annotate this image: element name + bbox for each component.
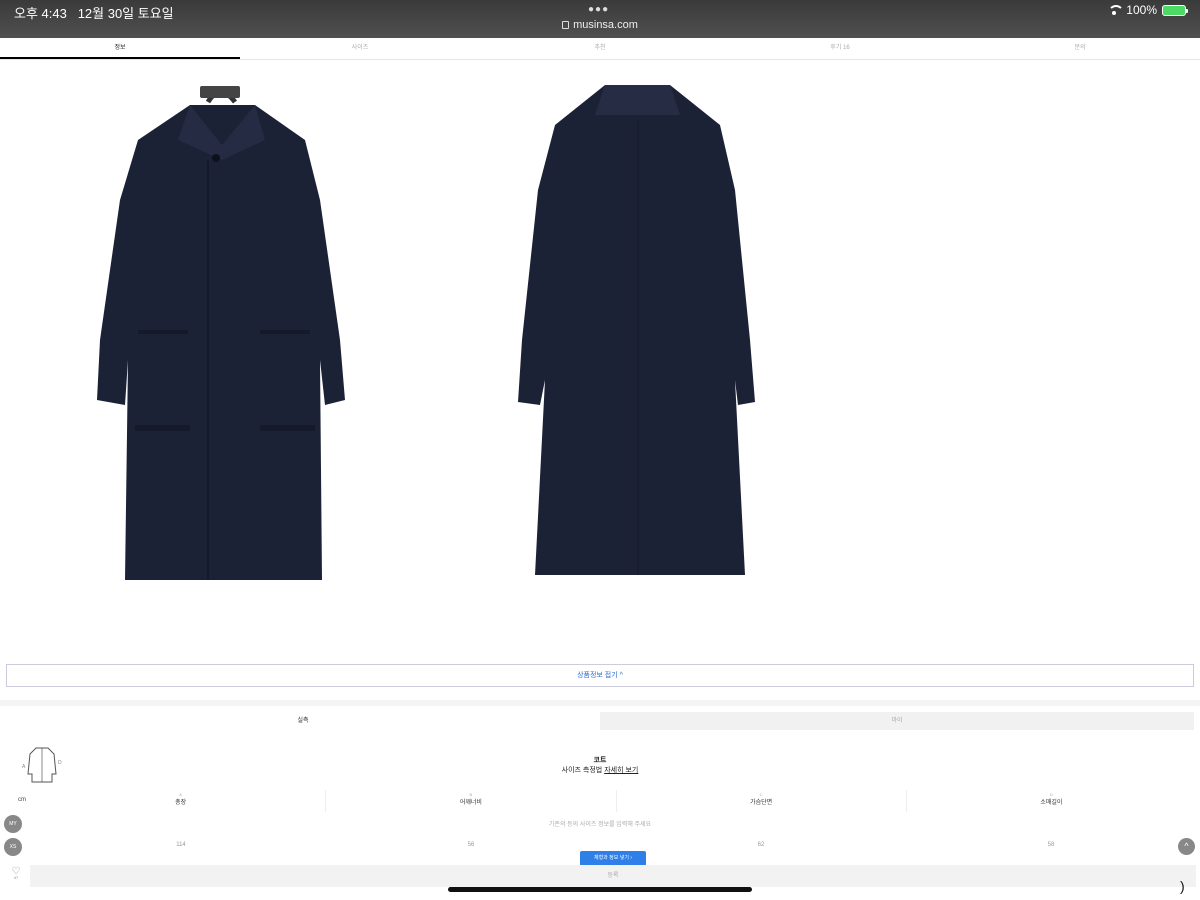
value-total-length: 114 bbox=[176, 842, 186, 848]
value-chest: 62 bbox=[757, 842, 765, 848]
corner-gesture-icon: ) bbox=[1180, 878, 1185, 894]
address-bar[interactable]: musinsa.com bbox=[0, 19, 1200, 31]
value-shoulder: 56 bbox=[467, 842, 475, 848]
tab-review[interactable]: 후기 16 bbox=[720, 38, 960, 59]
compare-size-button[interactable]: 체형과 정보 넣기 › bbox=[580, 851, 646, 866]
like-button[interactable]: ♡ 47 bbox=[8, 866, 24, 888]
wifi-icon bbox=[1107, 5, 1125, 15]
status-indicators: 100% bbox=[1107, 3, 1188, 17]
tab-size[interactable]: 사이즈 bbox=[240, 38, 480, 59]
value-sleeve: 58 bbox=[1047, 842, 1055, 848]
battery-icon bbox=[1162, 4, 1188, 16]
like-count: 47 bbox=[13, 875, 19, 880]
more-dots-icon[interactable]: ●●● bbox=[588, 4, 609, 15]
tab-inquiry[interactable]: 문의 bbox=[960, 38, 1200, 59]
product-tabs: 정보 사이즈 추천 후기 16 문의 bbox=[0, 38, 1200, 60]
unit-label: cm bbox=[18, 797, 26, 803]
tab-recommend[interactable]: 추천 bbox=[480, 38, 720, 59]
coat-front-image bbox=[97, 86, 345, 580]
lock-icon bbox=[562, 21, 570, 29]
size-method-link[interactable]: 자세히 보기 bbox=[604, 767, 638, 774]
size-category: 코트 bbox=[593, 757, 607, 764]
table-row: 114 56 62 58 bbox=[36, 838, 1196, 852]
product-images bbox=[0, 60, 1200, 660]
scroll-top-button[interactable]: ^ bbox=[1178, 838, 1195, 855]
tab-measured-size[interactable]: 실측 bbox=[6, 712, 600, 730]
column-chest: C 가슴단면 bbox=[617, 790, 907, 812]
size-tabs: 실측 마이 bbox=[6, 712, 1194, 730]
size-method: 사이즈 측정법 자세히 보기 bbox=[561, 767, 639, 774]
column-total-length: A 총장 bbox=[36, 790, 327, 812]
column-sleeve: D 소매길이 bbox=[1040, 792, 1063, 806]
bottom-action-bar[interactable]: 등록 bbox=[30, 865, 1196, 887]
battery-percent: 100% bbox=[1126, 3, 1157, 17]
tab-info[interactable]: 정보 bbox=[0, 38, 240, 59]
fold-product-info-button[interactable]: 상품정보 접기 ^ bbox=[6, 664, 1194, 687]
tab-my-size[interactable]: 마이 bbox=[600, 712, 1194, 730]
column-shoulder: B 어깨너비 bbox=[326, 790, 617, 812]
row-label-xs[interactable]: XS bbox=[4, 838, 22, 856]
section-divider bbox=[0, 700, 1200, 706]
coat-back-image bbox=[518, 85, 755, 575]
home-indicator[interactable] bbox=[448, 887, 752, 892]
size-table-header: A 총장 B 어깨너비 C 가슴단면 D 소매길이 bbox=[36, 790, 1196, 812]
size-notice: 기존의 등의 사이즈 정보를 입력해 주세요 bbox=[548, 822, 652, 828]
status-bar: 오후 4:43 12월 30일 토요일 ●●● musinsa.com 100% bbox=[0, 0, 1200, 38]
